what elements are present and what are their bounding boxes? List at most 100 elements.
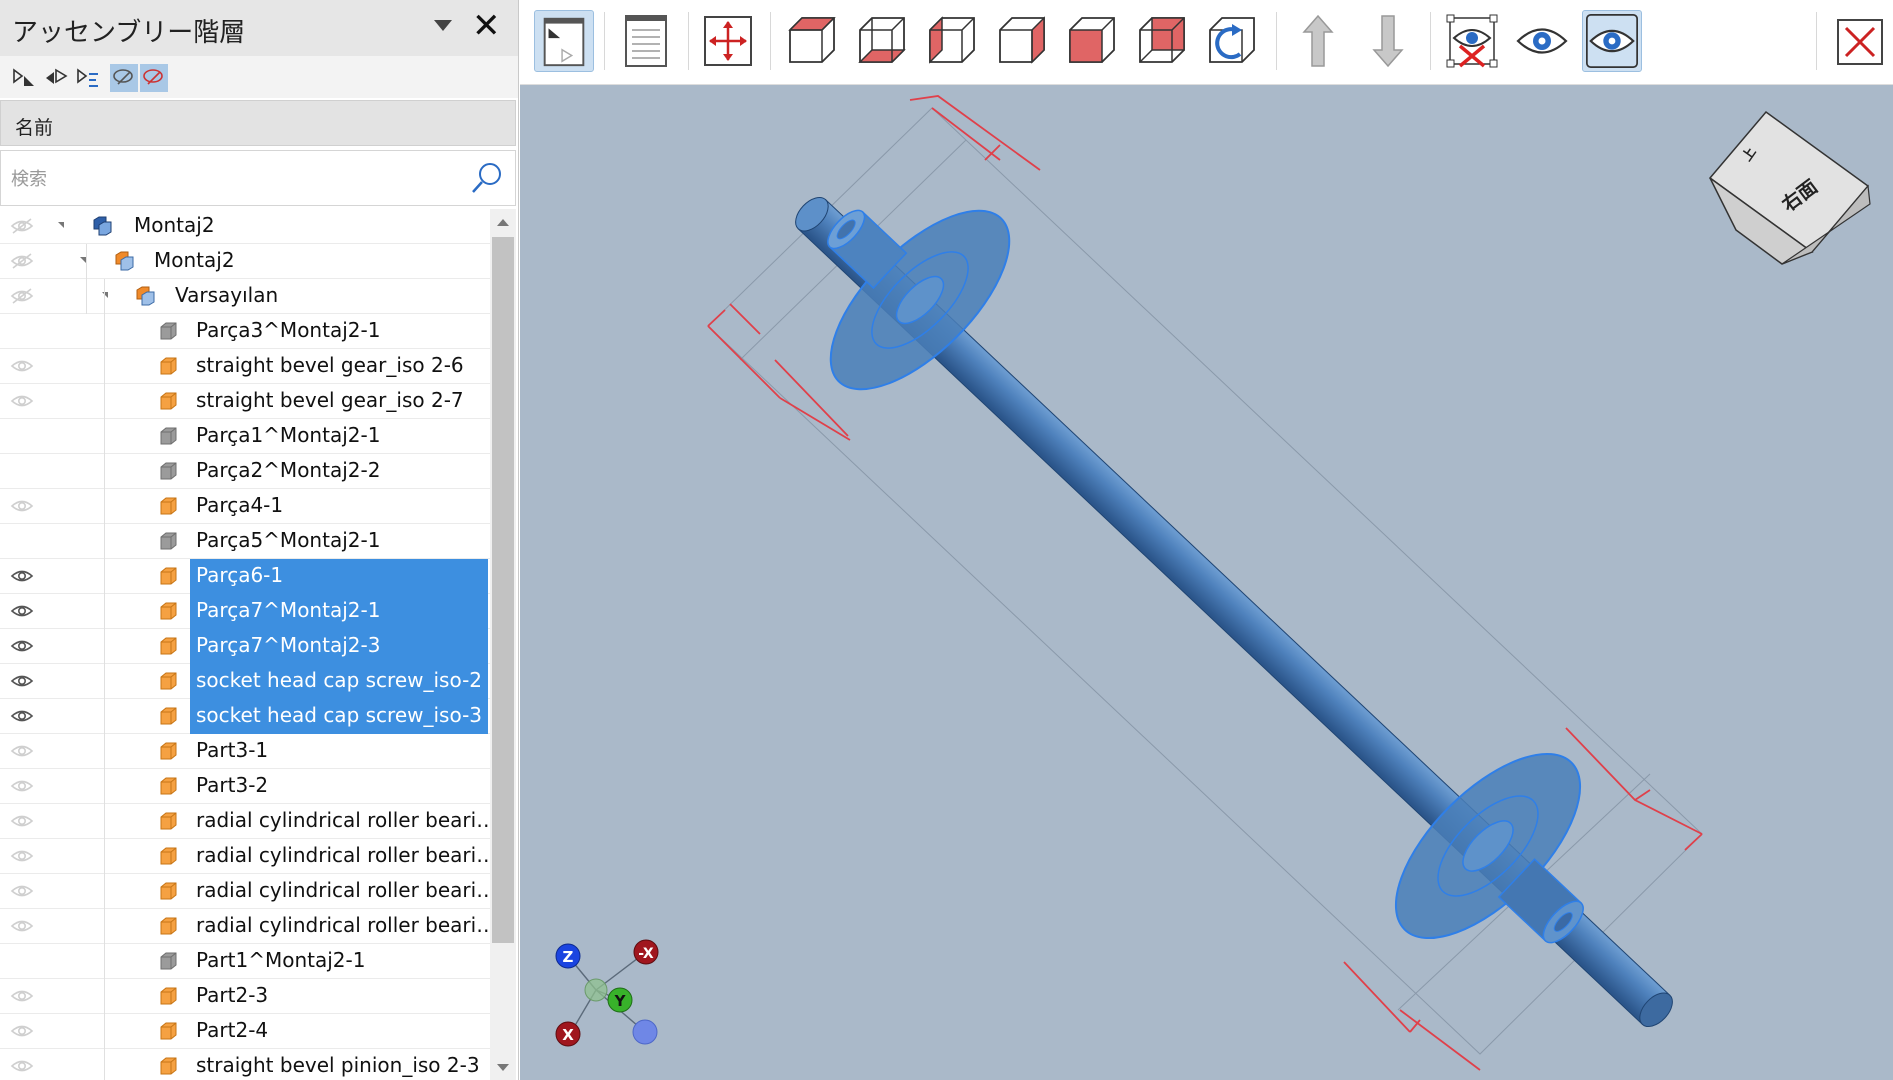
tree-row-label: Part2-3 [196, 983, 269, 1007]
fit-view-icon[interactable] [698, 10, 758, 72]
search-icon[interactable] [470, 160, 504, 196]
scroll-down-icon[interactable] [497, 1064, 509, 1071]
view-bottom-icon[interactable] [852, 10, 912, 72]
move-up-icon[interactable] [1288, 10, 1348, 72]
rotate-view-icon[interactable] [1202, 10, 1262, 72]
expand-selected-icon[interactable] [74, 64, 102, 92]
visibility-eye-icon[interactable] [10, 392, 34, 410]
visibility-eye-icon[interactable] [10, 847, 34, 865]
visibility-eye-icon[interactable] [10, 987, 34, 1005]
show-all-icon[interactable] [1582, 10, 1642, 72]
tree-row[interactable]: Part3-1 [0, 734, 490, 769]
search-input[interactable] [9, 163, 453, 195]
part-orange-icon [160, 987, 177, 1005]
collapse-all-icon[interactable] [42, 64, 70, 92]
visibility-eye-icon[interactable] [10, 777, 34, 795]
view-toolbar [520, 0, 1893, 85]
expand-toggle-icon[interactable] [102, 292, 108, 298]
scroll-up-icon[interactable] [497, 219, 509, 226]
visibility-eye-icon[interactable] [10, 567, 34, 585]
tree-row[interactable]: radial cylindrical roller beari… [0, 839, 496, 874]
visibility-eye-icon[interactable] [10, 217, 34, 235]
tree-row-label: Montaj2 [134, 213, 215, 237]
tree-row[interactable]: Parça1^Montaj2-1 [0, 419, 490, 454]
tree-row-label: Part3-2 [196, 773, 269, 797]
column-header-name[interactable]: 名前 [0, 100, 516, 146]
tree-scrollbar[interactable] [490, 209, 516, 1080]
visibility-eye-icon[interactable] [10, 812, 34, 830]
visibility-eye-icon[interactable] [10, 707, 34, 725]
document-icon[interactable] [616, 10, 676, 72]
view-top-icon[interactable] [1132, 10, 1192, 72]
visibility-eye-icon[interactable] [10, 602, 34, 620]
tree-row[interactable]: Parça7^Montaj2-1 [0, 594, 490, 629]
tree-row[interactable]: Varsayılan [0, 279, 490, 314]
move-down-icon[interactable] [1358, 10, 1418, 72]
visibility-eye-icon[interactable] [10, 252, 34, 270]
tree-row[interactable]: radial cylindrical roller beari… [0, 909, 496, 944]
visibility-eye-icon[interactable] [10, 1057, 34, 1075]
tree-row[interactable]: Part3-2 [0, 769, 490, 804]
visibility-eye-icon[interactable] [10, 1022, 34, 1040]
hide-selected-icon[interactable] [1442, 10, 1502, 72]
visibility-eye-icon[interactable] [10, 287, 34, 305]
visibility-eye-icon[interactable] [10, 917, 34, 935]
part-gray-icon [160, 427, 177, 445]
tree-row[interactable]: Part2-4 [0, 1014, 490, 1049]
tree-row[interactable]: Part2-3 [0, 979, 490, 1014]
tree-guide-line [86, 244, 87, 314]
tree-row[interactable]: Parça5^Montaj2-1 [0, 524, 490, 559]
part-gray-icon [160, 322, 177, 340]
expand-all-icon[interactable] [10, 64, 38, 92]
tree-row[interactable]: Parça2^Montaj2-2 [0, 454, 490, 489]
visibility-eye-icon[interactable] [10, 882, 34, 900]
show-icon[interactable] [1512, 10, 1572, 72]
tree-row[interactable]: radial cylindrical roller beari… [0, 874, 496, 909]
view-cube[interactable] [1708, 110, 1871, 265]
tree-row-label: Montaj2 [154, 248, 235, 272]
part-orange-icon [160, 637, 177, 655]
filter-visible-icon[interactable] [110, 64, 138, 92]
visibility-eye-icon[interactable] [10, 672, 34, 690]
visibility-eye-icon[interactable] [10, 357, 34, 375]
panel-toggle-icon[interactable] [534, 10, 594, 72]
tree-row[interactable]: straight bevel gear_iso 2-6 [0, 349, 490, 384]
axis-neg-x-label: -X [638, 946, 654, 962]
tree-row[interactable]: Montaj2 [0, 244, 490, 279]
view-right-icon[interactable] [992, 10, 1052, 72]
close-icon[interactable] [1830, 10, 1890, 72]
expand-toggle-icon[interactable] [58, 222, 64, 228]
visibility-eye-icon[interactable] [10, 637, 34, 655]
tree-row-label: socket head cap screw_iso-3 [196, 703, 483, 727]
tree-row[interactable]: Parça3^Montaj2-1 [0, 314, 490, 349]
visibility-eye-icon[interactable] [10, 497, 34, 515]
tree-row[interactable]: Part1^Montaj2-1 [0, 944, 490, 979]
part-orange-icon [160, 567, 177, 585]
tree-row[interactable]: straight bevel pinion_iso 2-3 [0, 1049, 490, 1080]
part-orange-icon [160, 497, 177, 515]
part-orange-icon [160, 1057, 177, 1075]
search-box [0, 150, 516, 206]
3d-viewport[interactable]: 右面 上 Z Y X -X [520, 85, 1893, 1080]
tree-row[interactable]: Parça7^Montaj2-3 [0, 629, 490, 664]
view-left-icon[interactable] [922, 10, 982, 72]
tree-row[interactable]: Montaj2 [0, 209, 490, 244]
panel-title: アッセンブリー階層 [12, 18, 246, 48]
tree-row[interactable]: socket head cap screw_iso-3 [0, 699, 490, 734]
visibility-eye-icon[interactable] [10, 742, 34, 760]
tree-row-label: Parça7^Montaj2-1 [196, 598, 381, 622]
filter-hidden-icon[interactable] [140, 64, 168, 92]
tree-row[interactable]: Parça6-1 [0, 559, 490, 594]
tree-toolbar [0, 56, 518, 98]
view-back-icon[interactable] [1062, 10, 1122, 72]
scroll-thumb[interactable] [492, 237, 514, 943]
tree-row[interactable]: radial cylindrical roller beari… [0, 804, 496, 839]
tree-row[interactable]: Parça4-1 [0, 489, 490, 524]
part-orange-icon [160, 777, 177, 795]
panel-close-button[interactable]: ✕ [472, 6, 501, 46]
part-orange-icon [160, 847, 177, 865]
view-front-icon[interactable] [782, 10, 842, 72]
panel-menu-dropdown-icon[interactable] [434, 20, 452, 31]
tree-row[interactable]: socket head cap screw_iso-2 [0, 664, 490, 699]
tree-row[interactable]: straight bevel gear_iso 2-7 [0, 384, 490, 419]
